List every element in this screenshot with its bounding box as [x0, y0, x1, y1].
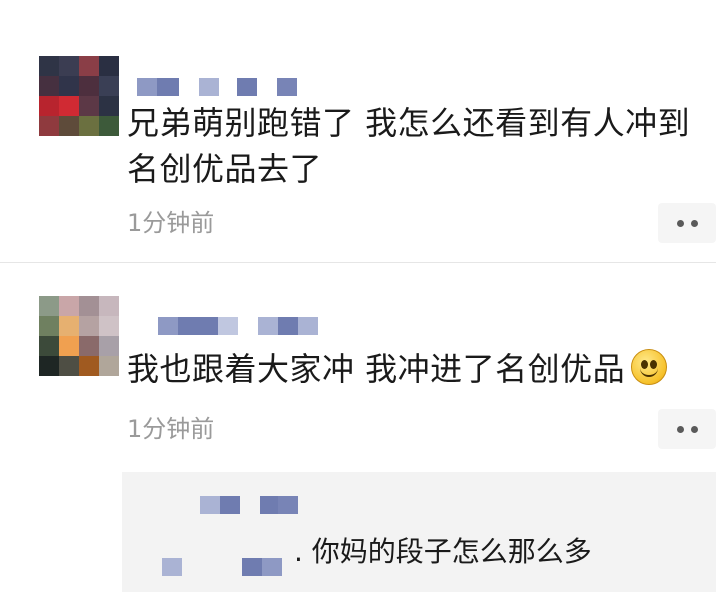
pixelated-username[interactable]: [137, 78, 307, 96]
divider: [0, 262, 716, 263]
comment-text-line: 兄弟萌别跑错了 我怎么还看到有人冲到: [127, 104, 691, 142]
more-options-button[interactable]: [658, 203, 716, 243]
reply-text: . 你妈的段子怎么那么多: [294, 535, 592, 568]
more-options-button[interactable]: [658, 409, 716, 449]
avatar[interactable]: [39, 296, 119, 376]
dot-icon: [690, 219, 698, 227]
comment-text-line: 名创优品去了: [127, 150, 323, 188]
comment-text-line: 我也跟着大家冲 我冲进了名创优品: [127, 350, 626, 388]
timestamp: 1分钟前: [127, 209, 215, 237]
dot-icon: [676, 219, 684, 227]
dot-icon: [690, 425, 698, 433]
reply-thread[interactable]: . 你妈的段子怎么那么多: [122, 472, 716, 592]
dot-icon: [676, 425, 684, 433]
pixelated-username[interactable]: [158, 317, 328, 335]
comment-text: 兄弟萌别跑错了 我怎么还看到有人冲到 名创优品去了: [127, 100, 690, 192]
comment-text: 我也跟着大家冲 我冲进了名创优品: [127, 346, 668, 392]
avatar[interactable]: [39, 56, 119, 136]
pixelated-username[interactable]: [162, 558, 302, 576]
smiley-emoji-icon: [631, 349, 668, 385]
pixelated-username[interactable]: [200, 496, 310, 514]
timestamp: 1分钟前: [127, 415, 215, 443]
